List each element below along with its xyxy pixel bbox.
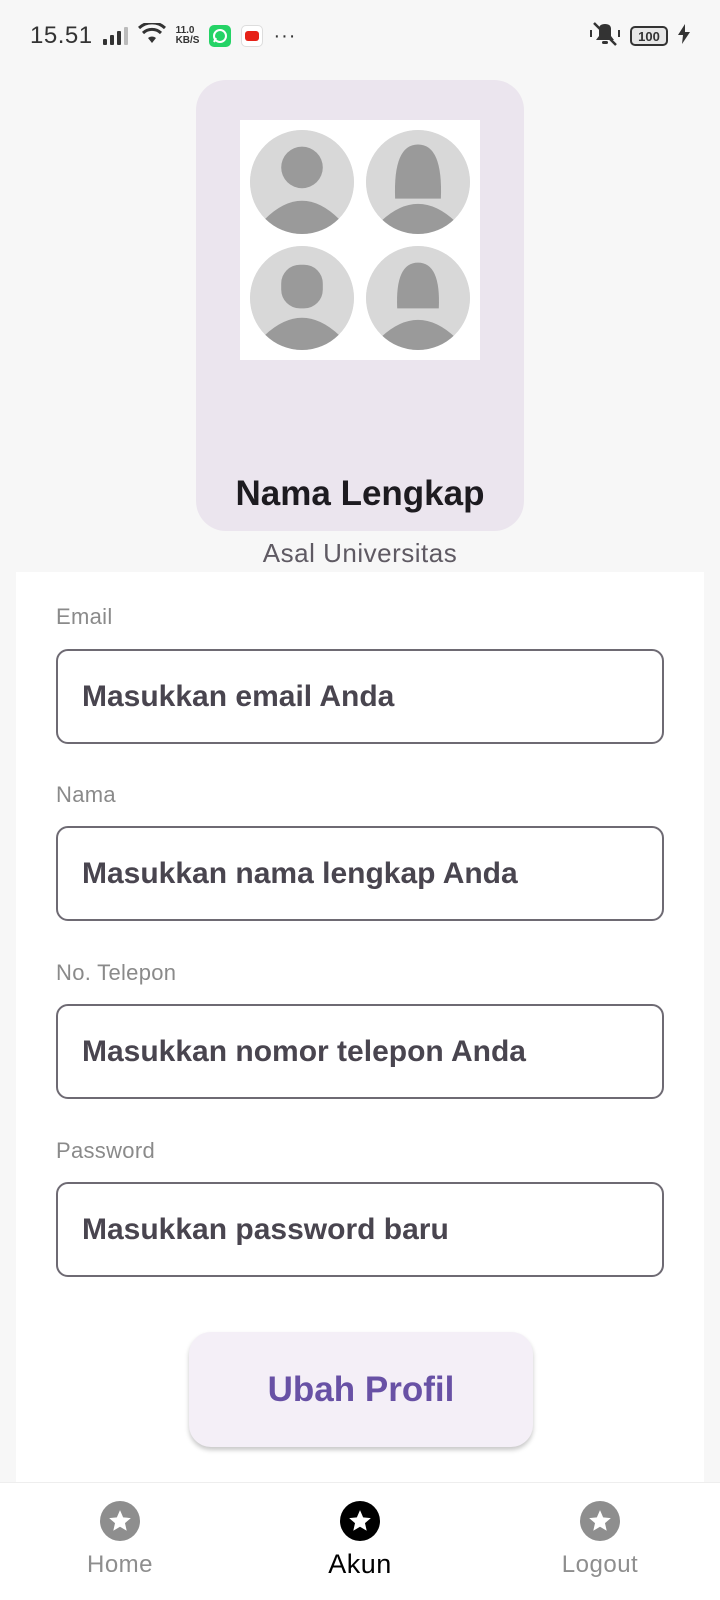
nav-item-home[interactable]: Home xyxy=(0,1483,240,1600)
name-label: Nama xyxy=(56,782,116,807)
avatar xyxy=(240,120,480,360)
update-profile-button[interactable]: Ubah Profil xyxy=(189,1332,533,1447)
nav-item-logout[interactable]: Logout xyxy=(480,1483,720,1600)
net-speed: 11.0 KB/S xyxy=(176,26,200,46)
nav-label-home: Home xyxy=(86,1551,154,1578)
avatar-female-short-hair-icon xyxy=(366,246,470,350)
name-field[interactable] xyxy=(56,826,664,921)
nav-item-akun[interactable]: Akun xyxy=(240,1483,480,1600)
star-icon xyxy=(340,1501,380,1541)
email-input[interactable] xyxy=(82,679,662,714)
more-notifications-icon: ··· xyxy=(273,24,297,47)
status-right: 100 xyxy=(590,21,690,52)
status-bar: 15.51 11.0 KB/S ··· 100 xyxy=(0,0,720,72)
wifi-icon xyxy=(137,20,166,50)
charging-icon xyxy=(678,23,690,49)
email-label: Email xyxy=(56,604,113,629)
avatar-female-icon xyxy=(366,130,470,234)
email-field[interactable] xyxy=(56,649,664,744)
edit-profile-form: Email Nama No. Telepon Password Ubah Pro… xyxy=(16,572,704,1482)
password-input[interactable] xyxy=(82,1212,662,1247)
password-field[interactable] xyxy=(56,1182,664,1277)
profile-university: Asal Universitas xyxy=(262,538,458,568)
nav-label-akun: Akun xyxy=(328,1549,392,1579)
battery-icon: 100 xyxy=(630,26,668,46)
whatsapp-icon xyxy=(209,25,232,47)
profile-card: Nama Lengkap Asal Universitas xyxy=(196,80,524,568)
name-input[interactable] xyxy=(82,856,662,891)
status-time: 15.51 xyxy=(30,22,93,49)
nav-label-logout: Logout xyxy=(561,1551,639,1578)
star-icon xyxy=(100,1501,140,1541)
status-left: 15.51 11.0 KB/S ··· xyxy=(30,20,297,50)
avatar-male-short-hair-icon xyxy=(250,246,354,350)
net-speed-unit: KB/S xyxy=(175,35,200,46)
phone-field[interactable] xyxy=(56,1004,664,1099)
password-label: Password xyxy=(56,1138,155,1163)
star-icon xyxy=(580,1501,620,1541)
bottom-nav: Home Akun Logout xyxy=(0,1482,720,1600)
vibrate-mute-icon xyxy=(590,21,620,52)
youtube-icon xyxy=(241,25,264,47)
signal-icon xyxy=(102,27,128,45)
phone-label: No. Telepon xyxy=(56,960,177,985)
phone-input[interactable] xyxy=(82,1034,662,1069)
profile-name: Nama Lengkap xyxy=(235,474,485,513)
avatar-male-icon xyxy=(250,130,354,234)
